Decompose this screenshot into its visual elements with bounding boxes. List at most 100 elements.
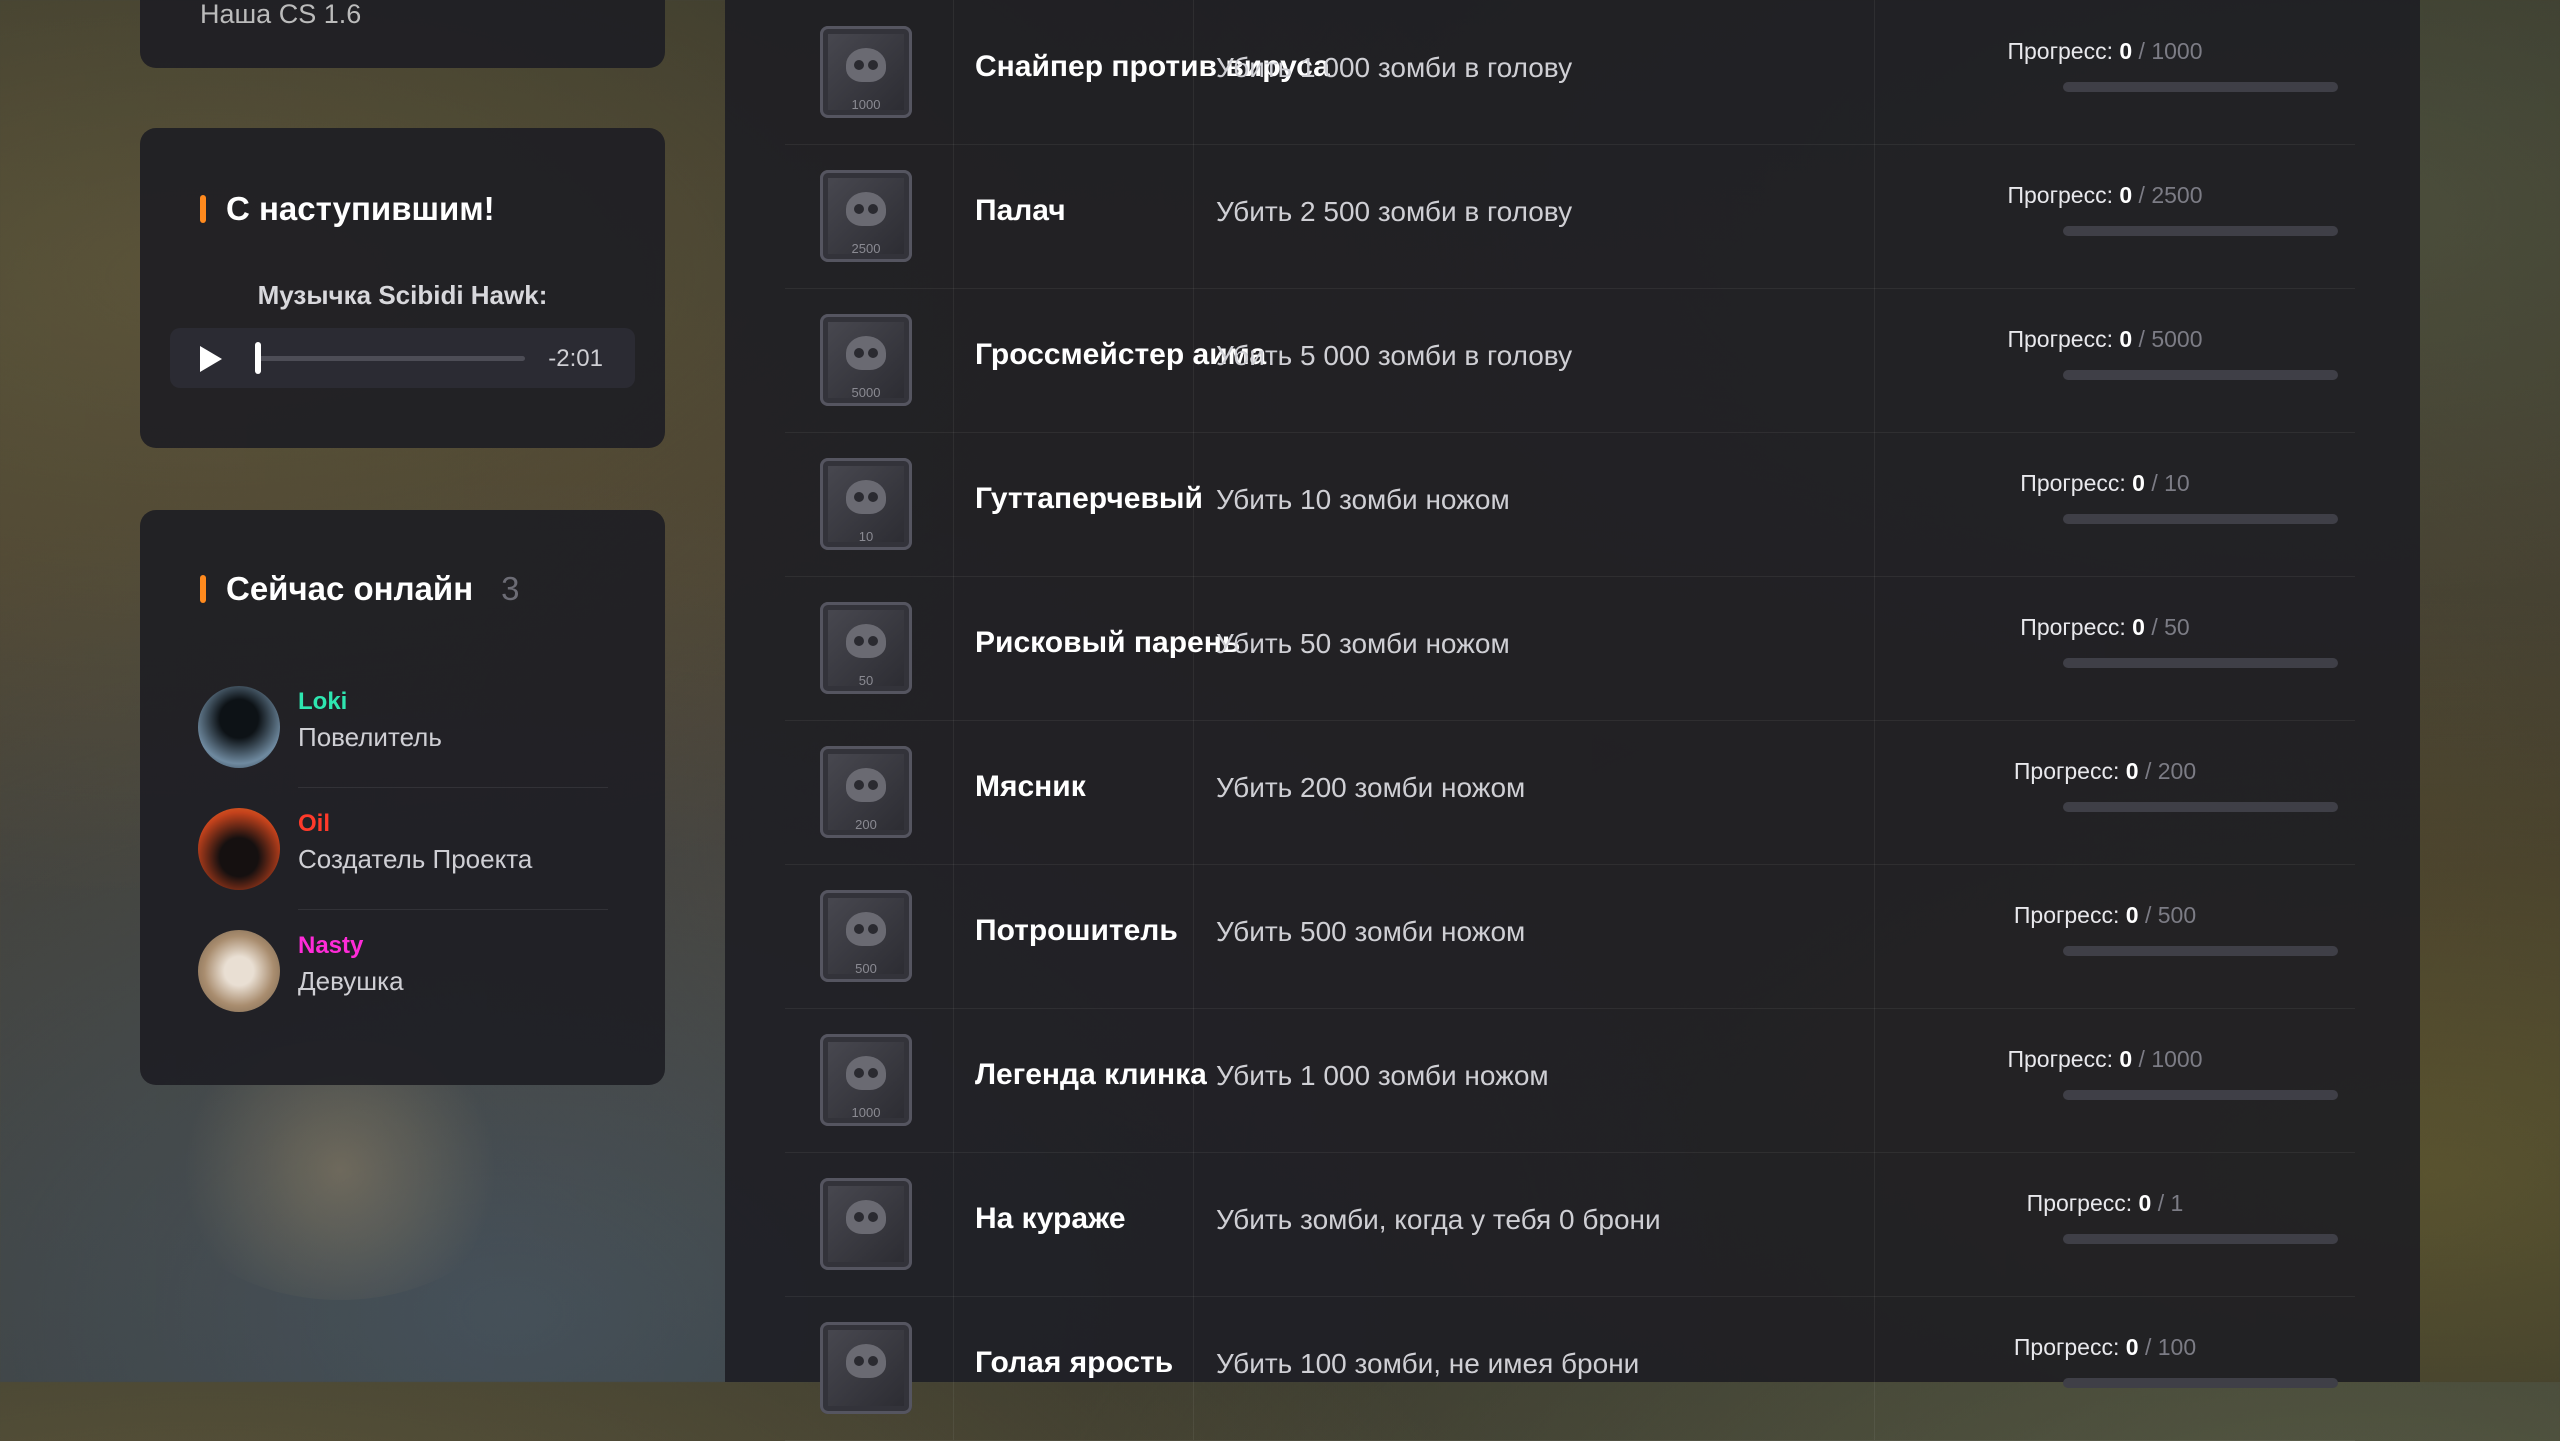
progress-bar (2063, 226, 2338, 236)
user-name[interactable]: Loki (298, 688, 347, 716)
achievement-row: 500 Потрошитель Убить 500 зомби ножом Пр… (785, 864, 2355, 1009)
achievement-row: На кураже Убить зомби, когда у тебя 0 бр… (785, 1152, 2355, 1297)
divider (298, 787, 608, 788)
achievement-row: 200 Мясник Убить 200 зомби ножом Прогрес… (785, 720, 2355, 865)
desc-cell: Убить 50 зомби ножом (1193, 576, 1875, 720)
avatar[interactable] (198, 808, 280, 890)
progress-bar (2063, 82, 2338, 92)
skull-badge-icon: 200 (820, 746, 912, 838)
divider (298, 909, 608, 910)
progress-label: Прогресс: 0 / 10 (2020, 470, 2190, 496)
achievement-desc: Убить 10 зомби ножом (1216, 484, 1510, 515)
desc-cell: Убить 1 000 зомби ножом (1193, 1008, 1875, 1152)
skull-badge-icon: 500 (820, 890, 912, 982)
achievement-row: Голая ярость Убить 100 зомби, не имея бр… (785, 1296, 2355, 1441)
skull-badge-icon (820, 1178, 912, 1270)
badge-cell: 2500 (785, 144, 954, 288)
progress-bar (2063, 802, 2338, 812)
achievement-title: Голая ярость (975, 1346, 1174, 1379)
achievement-desc: Убить 100 зомби, не имея брони (1216, 1348, 1640, 1379)
progress-label: Прогресс: 0 / 50 (2020, 614, 2190, 640)
achievement-desc: Убить 50 зомби ножом (1216, 628, 1510, 659)
seek-handle[interactable] (255, 342, 261, 374)
progress-bar (2063, 658, 2338, 668)
online-widget-title: Сейчас онлайн 3 (200, 570, 520, 608)
progress-bar (2063, 1234, 2338, 1244)
achievement-row: 50 Рисковый парень Убить 50 зомби ножом … (785, 576, 2355, 721)
skull-badge-icon: 2500 (820, 170, 912, 262)
skull-badge-icon: 10 (820, 458, 912, 550)
badge-cell: 200 (785, 720, 954, 864)
achievement-desc: Убить 200 зомби ножом (1216, 772, 1526, 803)
online-title-text: Сейчас онлайн (226, 570, 474, 607)
progress-bar (2063, 1090, 2338, 1100)
achievement-desc: Убить 1 000 зомби ножом (1216, 1060, 1549, 1091)
online-user[interactable]: Loki Повелитель (198, 676, 608, 788)
achievement-row: 5000 Гроссмейстер аима Убить 5 000 зомби… (785, 288, 2355, 433)
music-title-text: С наступившим! (226, 190, 495, 227)
user-name[interactable]: Nasty (298, 932, 363, 960)
progress-label: Прогресс: 0 / 1000 (2007, 38, 2203, 64)
desc-cell: Убить 100 зомби, не имея брони (1193, 1296, 1875, 1440)
music-widget: С наступившим! Музычка Scibidi Hawk: -2:… (140, 128, 665, 448)
achievement-row: 1000 Легенда клинка Убить 1 000 зомби но… (785, 1008, 2355, 1153)
online-user[interactable]: Oil Создатель Проекта (198, 798, 608, 910)
server-title: Наша CS 1.6 (200, 0, 362, 29)
progress-bar (2063, 370, 2338, 380)
badge-cell: 5000 (785, 288, 954, 432)
music-widget-title: С наступившим! (200, 190, 495, 228)
desc-cell: Убить 10 зомби ножом (1193, 432, 1875, 576)
badge-cell: 10 (785, 432, 954, 576)
skull-badge-icon: 50 (820, 602, 912, 694)
time-remaining: -2:01 (548, 345, 603, 372)
progress-bar (2063, 946, 2338, 956)
user-name[interactable]: Oil (298, 810, 330, 838)
seek-track[interactable] (255, 356, 525, 361)
crosshair-badge-icon: 5000 (820, 314, 912, 406)
progress-bar (2063, 1378, 2338, 1388)
achievement-row: 10 Гуттаперчевый Убить 10 зомби ножом Пр… (785, 432, 2355, 577)
achievement-title: Палач (975, 194, 1066, 227)
skull-badge-icon (820, 1322, 912, 1414)
desc-cell: Убить 500 зомби ножом (1193, 864, 1875, 1008)
progress-label: Прогресс: 0 / 1000 (2007, 1046, 2203, 1072)
achievement-row: 2500 Палач Убить 2 500 зомби в голову Пр… (785, 144, 2355, 289)
achievement-title: Мясник (975, 770, 1086, 803)
progress-label: Прогресс: 0 / 500 (2013, 902, 2197, 928)
progress-label: Прогресс: 0 / 1 (2026, 1190, 2184, 1216)
audio-player: -2:01 (170, 328, 635, 388)
play-icon[interactable] (200, 346, 222, 372)
achievement-desc: Убить 500 зомби ножом (1216, 916, 1526, 947)
progress-label: Прогресс: 0 / 200 (2013, 758, 2197, 784)
desc-cell: Убить 200 зомби ножом (1193, 720, 1875, 864)
accent-bar (200, 575, 206, 603)
achievement-desc: Убить 2 500 зомби в голову (1216, 196, 1573, 227)
progress-label: Прогресс: 0 / 2500 (2007, 182, 2203, 208)
desc-cell: Убить 1 000 зомби в голову (1193, 0, 1875, 144)
achievement-desc: Убить 5 000 зомби в голову (1216, 340, 1573, 371)
skull-badge-icon: 1000 (820, 26, 912, 118)
online-count: 3 (501, 570, 520, 607)
achievement-title: На кураже (975, 1202, 1126, 1235)
online-widget: Сейчас онлайн 3 Loki Повелитель Oil Созд… (140, 510, 665, 1085)
achievements-panel: 1000 Снайпер против вируса Убить 1 000 з… (725, 0, 2420, 1441)
badge-cell: 50 (785, 576, 954, 720)
achievement-title: Гуттаперчевый (975, 482, 1203, 515)
user-role: Девушка (298, 966, 404, 996)
avatar[interactable] (198, 686, 280, 768)
progress-label: Прогресс: 0 / 5000 (2007, 326, 2203, 352)
progress-label: Прогресс: 0 / 100 (2013, 1334, 2197, 1360)
user-role: Создатель Проекта (298, 844, 533, 874)
achievement-row: 1000 Снайпер против вируса Убить 1 000 з… (785, 0, 2355, 145)
avatar[interactable] (198, 930, 280, 1012)
achievement-title: Легенда клинка (975, 1058, 1207, 1091)
badge-cell (785, 1152, 954, 1296)
online-user[interactable]: Nasty Девушка (198, 920, 608, 1020)
achievement-title: Потрошитель (975, 914, 1178, 947)
badge-cell (785, 1296, 954, 1440)
desc-cell: Убить 5 000 зомби в голову (1193, 288, 1875, 432)
badge-cell: 500 (785, 864, 954, 1008)
desc-cell: Убить зомби, когда у тебя 0 брони (1193, 1152, 1875, 1296)
badge-cell: 1000 (785, 1008, 954, 1152)
progress-bar (2063, 514, 2338, 524)
